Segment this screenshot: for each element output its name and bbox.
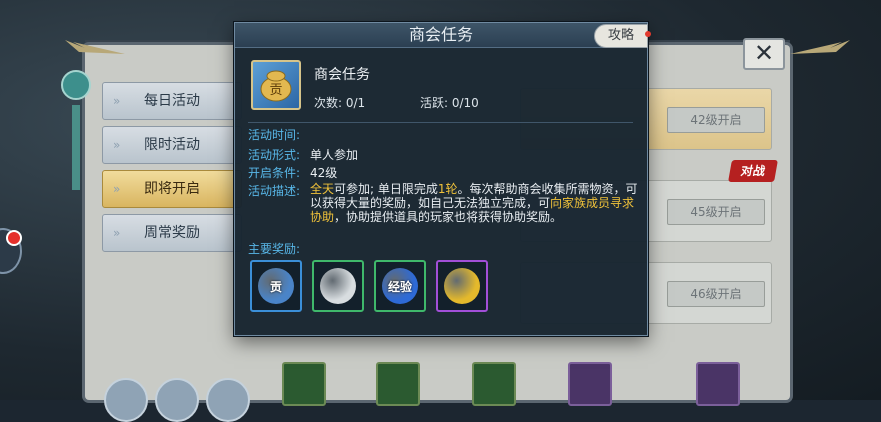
reward-text: 经验 [387, 280, 412, 294]
chevron-right-icon: » [113, 226, 121, 240]
task-name: 商会任务 [314, 67, 370, 83]
close-button[interactable]: ✕ [743, 38, 785, 70]
wing-ornament-left-icon [65, 40, 125, 54]
reward-experience-icon[interactable]: 经验 [374, 260, 426, 312]
condition-value: 42级 [310, 166, 338, 180]
reward-item-icon[interactable] [376, 362, 420, 406]
icon-glyph: 贡 [269, 83, 282, 98]
tab-weekly[interactable]: » 周常奖励 [102, 214, 242, 252]
activity-stat: 活跃: 0/10 [420, 96, 479, 110]
reward-item-icon[interactable] [696, 362, 740, 406]
highlight-text: 全天 [310, 182, 335, 196]
tab-label: 周常奖励 [144, 225, 200, 241]
description-part: ，协助提供道具的玩家也将获得协助奖励。 [334, 210, 563, 224]
reward-item-icon[interactable] [282, 362, 326, 406]
tab-daily[interactable]: » 每日活动 [102, 82, 242, 120]
rewards-label: 主要奖励: [248, 242, 301, 256]
level-requirement-button: 45级开启 [667, 199, 765, 225]
time-label: 活动时间: [248, 128, 301, 142]
reward-gold-coin-icon[interactable] [436, 260, 488, 312]
jade-pendant-icon [61, 70, 91, 190]
reward-silver-coin-icon[interactable] [312, 260, 364, 312]
lightning-icon[interactable] [206, 378, 250, 422]
chevron-right-icon: » [113, 94, 121, 108]
description-label: 活动描述: [248, 184, 301, 198]
tab-label: 每日活动 [144, 93, 200, 109]
level-requirement-button: 46级开启 [667, 281, 765, 307]
level-requirement-button: 42级开启 [667, 107, 765, 133]
reward-disc [320, 268, 356, 304]
highlight-text: 1轮 [437, 182, 458, 196]
coin-pouch-icon: 贡 [260, 70, 292, 102]
chevron-right-icon: » [113, 138, 121, 152]
task-icon: 贡 [251, 60, 301, 110]
calendar-icon[interactable] [104, 378, 148, 422]
tab-limited[interactable]: » 限时活动 [102, 126, 242, 164]
gear-icon[interactable] [155, 378, 199, 422]
reward-item-icon[interactable] [568, 362, 612, 406]
tab-upcoming[interactable]: » 即将开启 [102, 170, 242, 208]
form-value: 单人参加 [310, 148, 359, 162]
fight-badge: 对战 [728, 160, 778, 182]
wing-ornament-right-icon [790, 40, 850, 54]
condition-label: 开启条件: [248, 166, 301, 180]
description-text: 全天可参加; 单日限完成1轮。每次帮助商会收集所需物资，可以获得大量的奖励，如自… [310, 182, 640, 224]
tab-label: 限时活动 [144, 137, 200, 153]
reward-contribution-icon[interactable]: 贡 [250, 260, 302, 312]
tab-label: 即将开启 [144, 181, 200, 197]
notification-dot-icon [645, 31, 651, 37]
guide-label: 攻略 [607, 28, 634, 43]
notification-dot-icon [6, 230, 22, 246]
chevron-right-icon: » [113, 182, 121, 196]
description-part: 可参加; 单日限完成 [334, 182, 438, 196]
reward-item-icon[interactable] [472, 362, 516, 406]
form-label: 活动形式: [248, 148, 301, 162]
count-stat: 次数: 0/1 [314, 96, 366, 110]
reward-disc [444, 268, 480, 304]
dialog-title: 商会任务 [408, 25, 473, 44]
divider [248, 122, 633, 123]
guide-tab[interactable]: 攻略 [594, 24, 651, 48]
reward-text: 贡 [269, 280, 282, 294]
